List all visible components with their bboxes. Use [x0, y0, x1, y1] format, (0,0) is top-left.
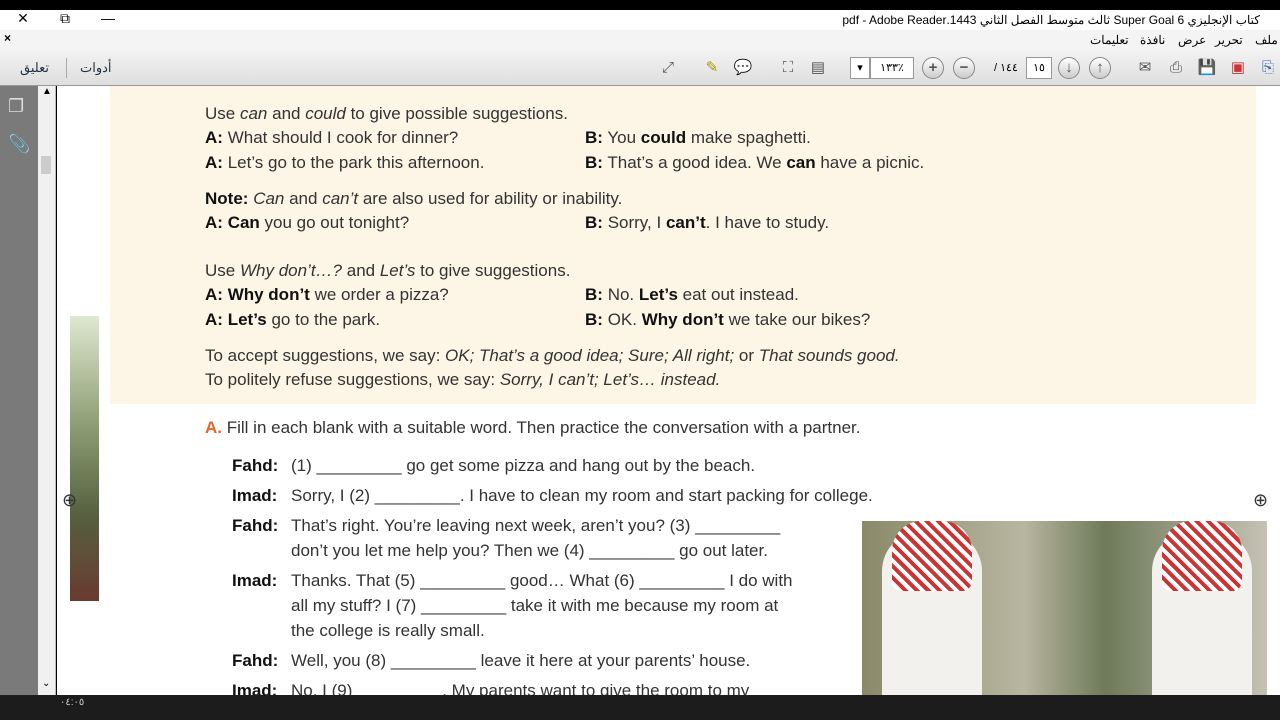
menu-view[interactable]: عرض: [1178, 33, 1206, 47]
attachments-icon[interactable]: 📎: [8, 134, 30, 155]
speaker-label: Fahd:: [232, 456, 279, 475]
vertical-scrollbar[interactable]: ▲ ⌄: [38, 86, 56, 695]
dialog-line: the college is really small.: [291, 621, 485, 640]
dialog-line: That’s right. You’re leaving next week, …: [291, 516, 781, 535]
create-pdf-icon[interactable]: ▣: [1226, 57, 1250, 79]
scroll-down-icon[interactable]: ⌄: [42, 678, 50, 689]
speaker-label: Fahd:: [232, 651, 279, 670]
minimize-button[interactable]: —: [93, 10, 123, 26]
restore-button[interactable]: ⧉: [50, 10, 80, 27]
navigation-panel: ❐ 📎: [0, 86, 38, 695]
fullscreen-icon[interactable]: ⤢: [656, 57, 680, 79]
dialog-line: Well, you (8) _________ leave it here at…: [291, 651, 751, 670]
dialog-line: all my stuff? I (7) _________ take it wi…: [291, 596, 779, 615]
dialog-line: Thanks. That (5) _________ good… What (6…: [291, 571, 793, 590]
menu-help[interactable]: تعليمات: [1090, 33, 1129, 47]
taskbar: ٠٤:٠٥: [0, 695, 1280, 720]
previous-page-icon[interactable]: ↑: [1089, 57, 1111, 79]
save-icon[interactable]: 💾: [1195, 57, 1219, 79]
menu-edit[interactable]: تحرير: [1215, 33, 1243, 47]
document-page: Use can and could to give possible sugge…: [57, 86, 1280, 695]
fit-page-icon[interactable]: ⛶: [776, 57, 800, 79]
next-page-icon[interactable]: ↓: [1058, 57, 1080, 79]
speaker-label: Imad:: [232, 486, 278, 505]
move-handle-icon[interactable]: ⊕: [1253, 490, 1268, 511]
close-document-button[interactable]: ×: [4, 31, 11, 45]
pages-icon[interactable]: ❐: [8, 96, 24, 117]
zoom-field[interactable]: ١٣٣٪: [870, 57, 914, 79]
close-button[interactable]: ✕: [8, 10, 38, 27]
dialog-line: No, I (9) _________. My parents want to …: [291, 681, 750, 695]
clock: ٠٤:٠٥: [60, 697, 85, 708]
highlight-text-icon[interactable]: ✎: [700, 57, 724, 79]
speaker-label: Fahd:: [232, 516, 279, 535]
dialog-line: don’t you let me help you? Then we (4) _…: [291, 541, 768, 560]
zoom-in-icon[interactable]: +: [922, 57, 944, 79]
move-handle-icon[interactable]: ⊕: [62, 490, 77, 511]
menu-window[interactable]: نافذة: [1140, 33, 1165, 47]
zoom-out-icon[interactable]: −: [953, 57, 975, 79]
fit-width-icon[interactable]: ▤: [806, 57, 830, 79]
zoom-dropdown-icon[interactable]: ▾: [850, 57, 870, 79]
title-bar: ✕ ⧉ — كتاب الإنجليزي Super Goal 6 ثالث م…: [0, 10, 1280, 30]
comment-button[interactable]: تعليق: [20, 60, 49, 76]
divider: [66, 58, 67, 78]
tools-button[interactable]: أدوات: [80, 60, 112, 76]
dialog-line: Sorry, I (2) _________. I have to clean …: [291, 486, 873, 505]
scroll-up-icon[interactable]: ▲: [42, 86, 52, 97]
grammar-line: Use can and could to give possible sugge…: [205, 104, 568, 123]
toolbar: تعليق أدوات ⤢ ✎ 💬 ⛶ ▤ ▾ ١٣٣٪ + − / ١٤٤ ١…: [0, 50, 1280, 86]
page-number-field[interactable]: ١٥: [1026, 57, 1052, 79]
menu-bar: × ملف تحرير عرض نافذة تعليمات: [0, 30, 1280, 50]
dialog-line: (1) _________ go get some pizza and hang…: [291, 456, 756, 475]
sticky-note-icon[interactable]: 💬: [731, 57, 755, 79]
scroll-thumb[interactable]: [41, 156, 51, 174]
speaker-label: Imad:: [232, 681, 278, 695]
photo-two-men: [862, 521, 1267, 695]
email-icon[interactable]: ✉: [1133, 57, 1157, 79]
export-icon[interactable]: ⎘: [1256, 57, 1280, 79]
window-title: كتاب الإنجليزي Super Goal 6 ثالث متوسط ا…: [842, 13, 1260, 27]
print-icon[interactable]: ⎙: [1164, 57, 1188, 79]
page-total: / ١٤٤: [994, 62, 1018, 74]
menu-file[interactable]: ملف: [1255, 33, 1278, 47]
speaker-label: Imad:: [232, 571, 278, 590]
side-photo: [70, 316, 99, 601]
